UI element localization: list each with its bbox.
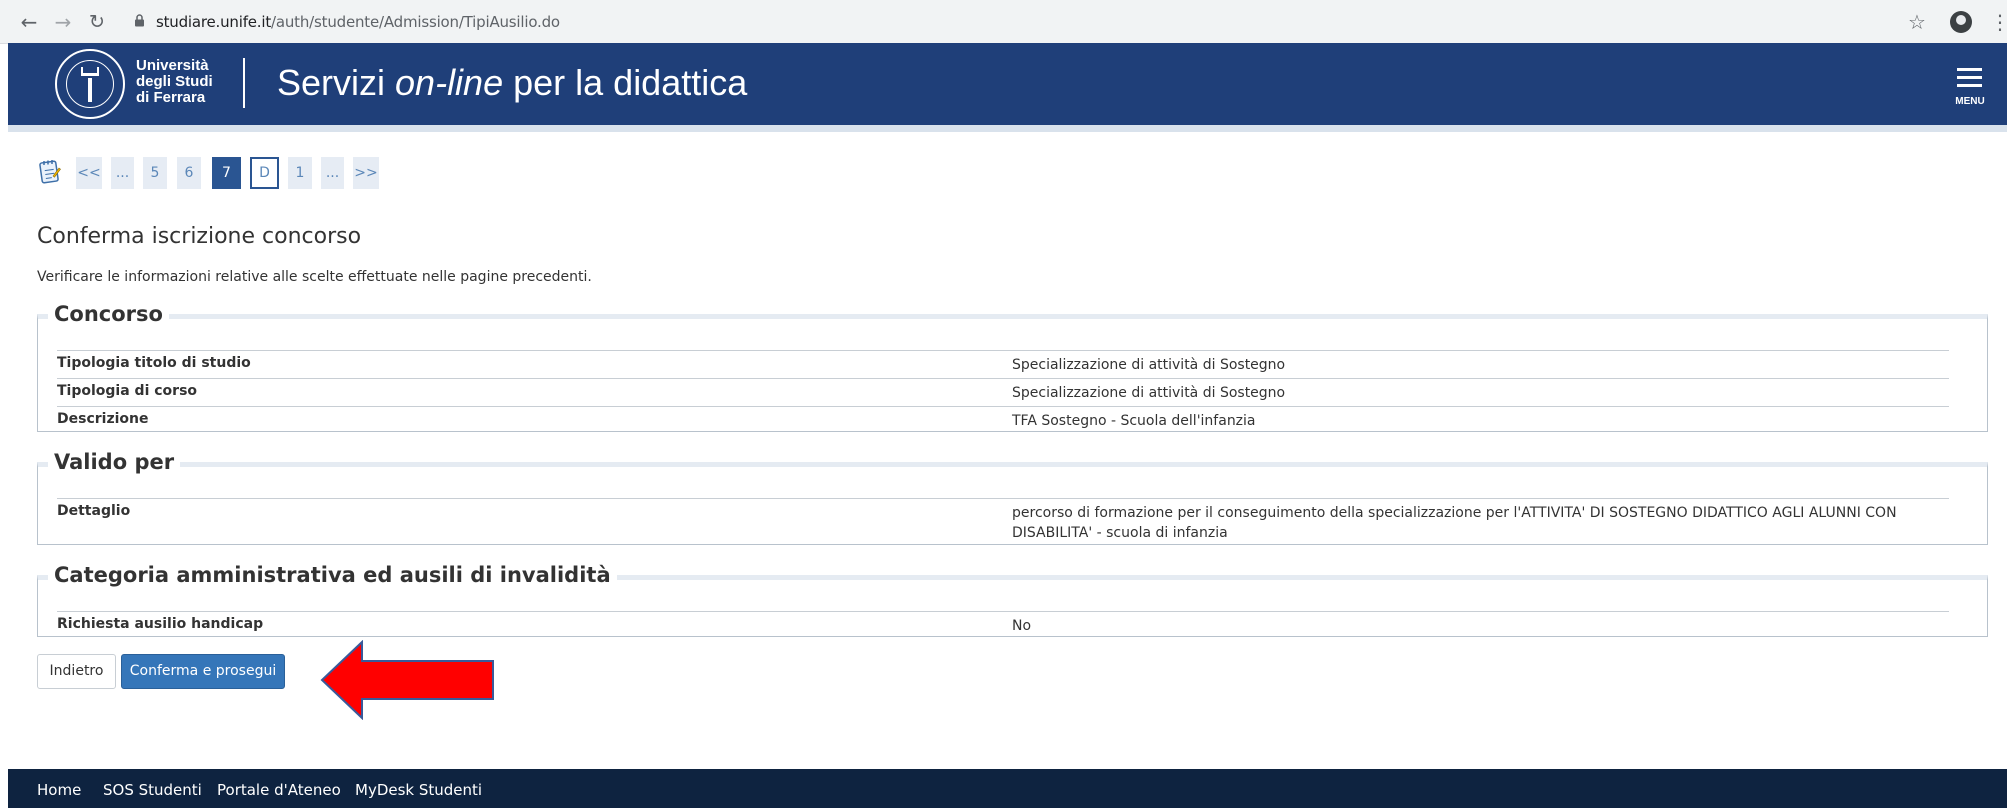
menu-label: MENU [1955,96,1985,107]
url-path: /auth/studente/Admission/TipiAusilio.do [271,13,560,31]
pager-ellipsis-2[interactable]: ... [321,157,344,189]
legend-categoria: Categoria amministrativa ed ausili di in… [48,563,617,587]
row-label: Descrizione [57,411,149,427]
footer-link-sos-studenti[interactable]: SOS Studenti [103,781,202,799]
reload-icon[interactable]: ↻ [84,9,110,35]
table-row: Tipologia titolo di studio Specializzazi… [57,350,1949,378]
header-divider [243,58,245,108]
table-row: Dettaglio percorso di formazione per il … [57,498,1949,543]
pager-step-1[interactable]: 1 [288,157,312,189]
header-accent-strip [8,125,2007,132]
page-title: Conferma iscrizione concorso [37,224,362,249]
pager-last[interactable]: >> [353,157,379,189]
row-value: percorso di formazione per il conseguime… [1012,505,1897,541]
table-row: Richiesta ausilio handicap No [57,611,1949,639]
pager-step-d[interactable]: D [250,157,279,189]
profile-avatar[interactable] [1950,11,1972,33]
confirm-continue-button[interactable]: Conferma e prosegui [121,654,285,689]
site-title-part-3: per la didattica [503,62,748,103]
fieldset-categoria: Categoria amministrativa ed ausili di in… [37,563,1988,639]
row-value: No [1012,618,1032,634]
footer-link-portale-ateneo[interactable]: Portale d'Ateneo [217,781,341,799]
university-name-line-2: degli Studi [136,73,213,90]
site-title-part-1: Servizi [277,62,396,103]
row-label: Tipologia di corso [57,383,198,399]
university-seal-logo[interactable] [55,49,125,119]
lock-icon [135,14,144,27]
red-arrow-annotation [320,640,494,720]
browser-menu-icon[interactable]: ⋮ [1990,10,2007,34]
row-label: Dettaglio [57,503,131,519]
fieldset-concorso: Concorso Tipologia titolo di studio Spec… [37,302,1988,434]
fieldset-valido-per: Valido per Dettaglio percorso di formazi… [37,450,1988,545]
hamburger-bar [1957,76,1982,79]
legend-valido-per: Valido per [48,450,181,474]
site-title-part-2: on-line [395,62,504,103]
row-label: Richiesta ausilio handicap [57,616,264,632]
university-name-line-1: Università [136,57,209,74]
url-text[interactable]: studiare.unife.it/auth/studente/Admissio… [156,13,560,31]
notepad-icon [39,160,61,184]
hamburger-menu-button[interactable]: MENU [1955,66,1985,108]
hamburger-bar [1957,84,1982,87]
intro-text: Verificare le informazioni relative alle… [37,269,592,285]
pager-step-7-active[interactable]: 7 [212,157,241,189]
bookmark-star-icon[interactable]: ☆ [1908,10,1926,34]
url-host: studiare.unife.it [156,13,272,31]
table-row: Tipologia di corso Specializzazione di a… [57,378,1949,406]
pager-step-6[interactable]: 6 [177,157,201,189]
hamburger-icon [1957,68,1982,71]
row-value: TFA Sostegno - Scuola dell'infanzia [1012,413,1256,429]
forward-arrow-icon[interactable]: → [50,9,76,35]
row-value: Specializzazione di attività di Sostegno [1012,357,1286,373]
row-value: Specializzazione di attività di Sostegno [1012,385,1286,401]
pager-step-5[interactable]: 5 [143,157,167,189]
row-label: Tipologia titolo di studio [57,355,251,371]
university-name[interactable]: Università degli Studi di Ferrara [136,58,226,106]
pager-ellipsis[interactable]: ... [111,157,134,189]
pager-first[interactable]: << [76,157,102,189]
university-name-line-3: di Ferrara [136,89,206,106]
back-arrow-icon[interactable]: ← [16,9,42,35]
footer-link-home[interactable]: Home [37,781,81,799]
site-title: Servizi on-line per la didattica [277,62,747,104]
back-button[interactable]: Indietro [37,654,116,689]
legend-concorso: Concorso [48,302,169,326]
footer-link-mydesk-studenti[interactable]: MyDesk Studenti [355,781,482,799]
table-row: Descrizione TFA Sostegno - Scuola dell'i… [57,406,1949,434]
